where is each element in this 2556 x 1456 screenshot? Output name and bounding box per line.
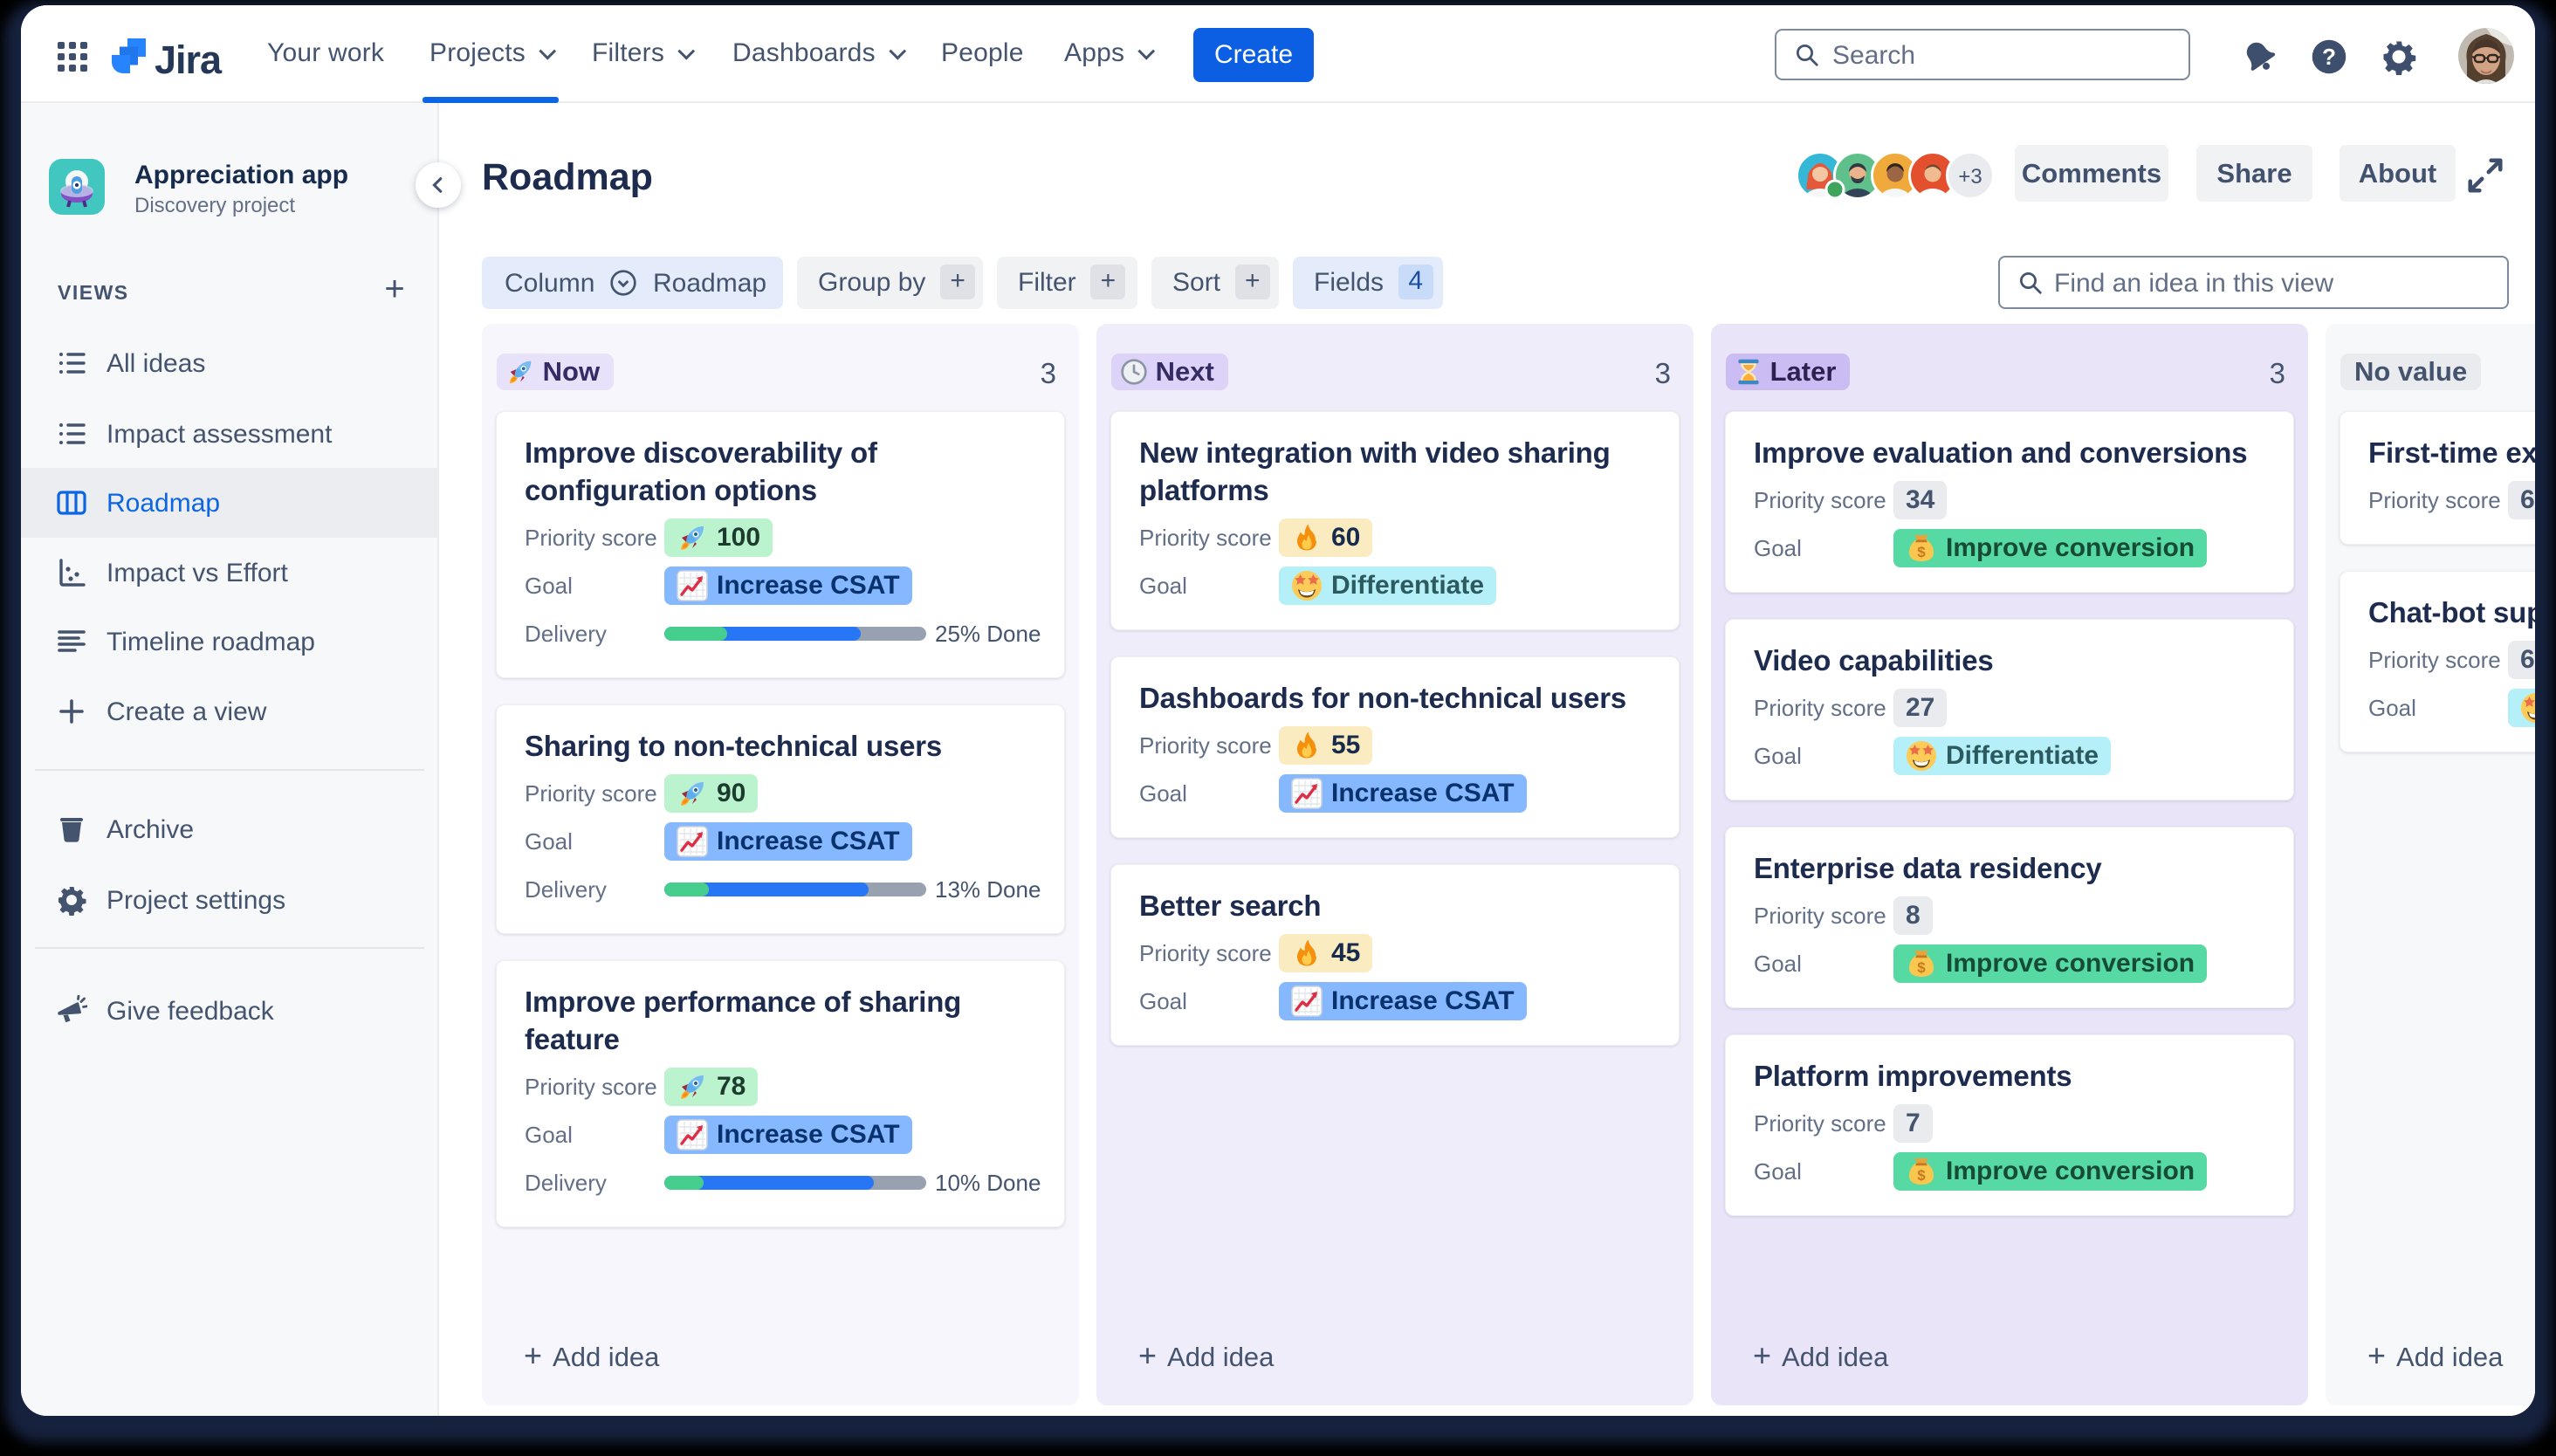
svg-text:Jira: Jira	[155, 38, 223, 82]
svg-text:$: $	[1917, 959, 1926, 976]
svg-text:$: $	[1917, 544, 1926, 560]
svg-text:+3: +3	[1958, 165, 1982, 189]
svg-text:?: ?	[2322, 44, 2336, 70]
svg-text:$: $	[1917, 1167, 1926, 1184]
